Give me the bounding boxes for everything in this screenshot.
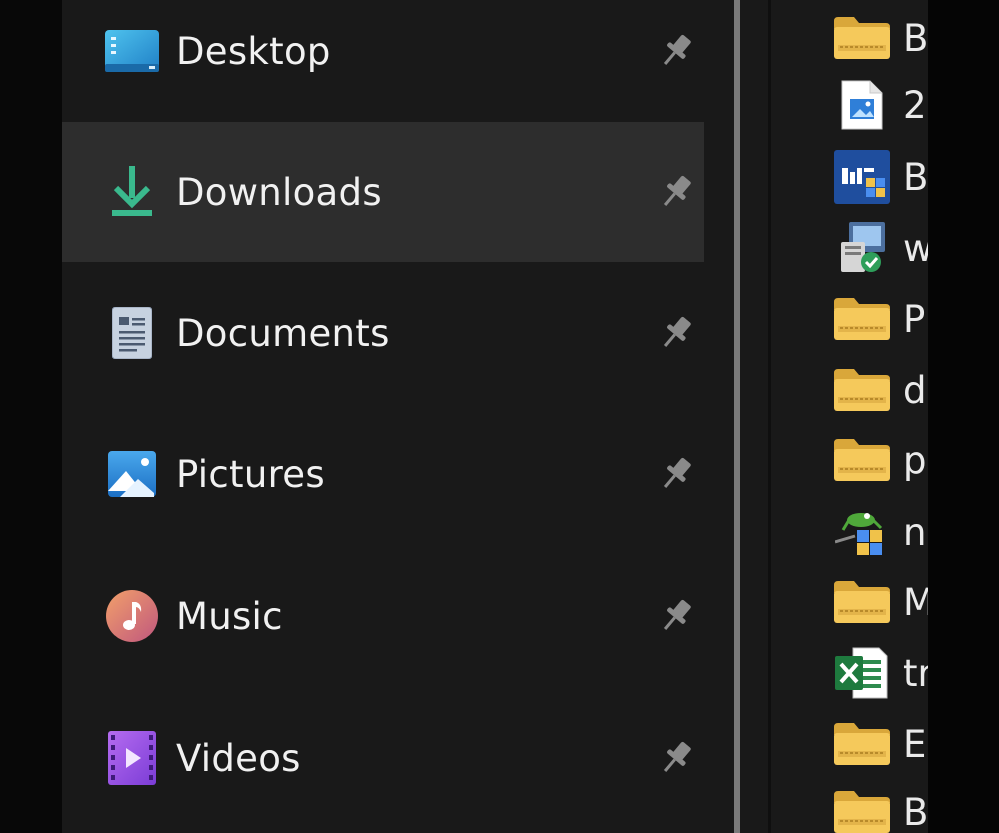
folder-icon — [833, 432, 891, 488]
file-name: tr — [903, 651, 928, 695]
file-name: E — [903, 722, 927, 766]
file-row[interactable]: d — [771, 358, 928, 422]
file-row[interactable]: B — [771, 6, 928, 70]
file-name: B — [903, 16, 928, 60]
image-file-icon — [833, 77, 891, 133]
pin-icon[interactable] — [654, 311, 698, 355]
file-name: B — [903, 155, 928, 199]
nav-item-documents[interactable]: Documents — [62, 263, 704, 403]
program-icon — [833, 504, 891, 560]
folder-icon — [833, 784, 891, 833]
file-name: p — [903, 438, 927, 482]
picture-icon — [104, 446, 160, 502]
nav-label-documents: Documents — [176, 311, 390, 355]
file-row[interactable]: 2( — [771, 73, 928, 137]
file-name: w — [903, 226, 928, 270]
video-icon — [104, 730, 160, 786]
pane-gap — [740, 0, 768, 833]
pin-icon[interactable] — [654, 29, 698, 73]
file-name: B — [903, 790, 928, 833]
file-name: P — [903, 297, 926, 341]
folder-icon — [833, 362, 891, 418]
window-edge-left — [0, 0, 62, 833]
file-list-pane: B 2( — [771, 0, 928, 833]
file-row[interactable]: B — [771, 145, 928, 209]
excel-icon — [833, 645, 891, 701]
file-row[interactable]: B — [771, 780, 928, 833]
file-name: n — [903, 510, 927, 554]
file-row[interactable]: P — [771, 287, 928, 351]
file-name: d — [903, 368, 927, 412]
pin-icon[interactable] — [654, 594, 698, 638]
music-icon — [104, 588, 160, 644]
setup-icon — [833, 220, 891, 276]
file-row[interactable]: n — [771, 500, 928, 564]
nav-label-desktop: Desktop — [176, 29, 331, 73]
folder-icon — [833, 574, 891, 630]
folder-icon — [833, 10, 891, 66]
nav-item-desktop[interactable]: Desktop — [62, 0, 704, 121]
nav-item-pictures[interactable]: Pictures — [62, 404, 704, 544]
window-edge-right — [928, 0, 999, 833]
nav-label-downloads: Downloads — [176, 170, 382, 214]
desktop-icon — [104, 23, 160, 79]
pin-icon[interactable] — [654, 170, 698, 214]
pin-icon[interactable] — [654, 452, 698, 496]
folder-icon — [833, 291, 891, 347]
installer-icon — [833, 149, 891, 205]
file-row[interactable]: M — [771, 570, 928, 634]
file-row[interactable]: E — [771, 712, 928, 776]
file-explorer-window: Desktop Downloads Documents Pictures Mus… — [0, 0, 999, 833]
file-row[interactable]: p — [771, 428, 928, 492]
file-name: M — [903, 580, 928, 624]
nav-item-downloads[interactable]: Downloads — [62, 122, 704, 262]
nav-item-music[interactable]: Music — [62, 546, 704, 686]
nav-label-pictures: Pictures — [176, 452, 325, 496]
nav-label-music: Music — [176, 594, 283, 638]
navigation-pane: Desktop Downloads Documents Pictures Mus… — [62, 0, 734, 833]
file-name: 2( — [903, 83, 928, 127]
file-row[interactable]: w — [771, 216, 928, 280]
pin-icon[interactable] — [654, 736, 698, 780]
nav-label-videos: Videos — [176, 736, 301, 780]
folder-icon — [833, 716, 891, 772]
nav-item-videos[interactable]: Videos — [62, 688, 704, 828]
document-icon — [104, 305, 160, 361]
file-row[interactable]: tr — [771, 641, 928, 705]
download-icon — [104, 164, 160, 220]
